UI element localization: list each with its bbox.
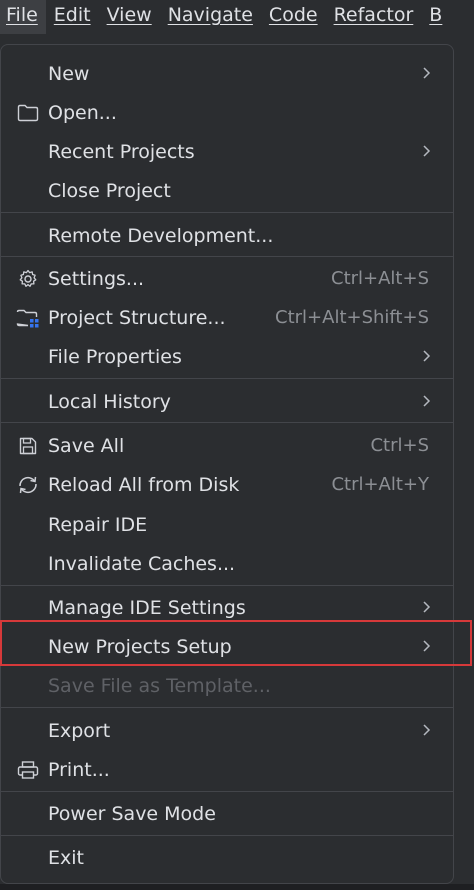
shortcut-label: Ctrl+Alt+Shift+S — [275, 307, 429, 328]
menu-bar: File Edit View Navigate Code Refactor B — [0, 0, 474, 34]
menu-item-exit[interactable]: Exit — [1, 838, 453, 877]
chevron-right-icon — [423, 601, 431, 613]
menu-item-recent-projects[interactable]: Recent Projects — [1, 132, 453, 171]
floppy-disk-icon — [16, 434, 40, 458]
chevron-right-icon — [423, 395, 431, 407]
menu-item-save-all[interactable]: Save All Ctrl+S — [1, 426, 453, 465]
shortcut-label: Ctrl+S — [370, 435, 429, 456]
file-menu-popup: New Open... Recent Projects Close Projec… — [0, 44, 454, 884]
menu-item-label: Power Save Mode — [48, 802, 216, 825]
menu-item-label: Settings... — [48, 267, 145, 290]
separator — [1, 256, 453, 257]
menu-navigate[interactable]: Navigate — [160, 0, 261, 34]
menu-item-manage-ide-settings[interactable]: Manage IDE Settings — [1, 588, 453, 627]
menu-item-power-save-mode[interactable]: Power Save Mode — [1, 794, 453, 833]
menu-item-open[interactable]: Open... — [1, 93, 453, 132]
chevron-right-icon — [423, 350, 431, 362]
separator — [1, 422, 453, 423]
editor-background-strip — [0, 884, 474, 890]
menu-item-remote-development[interactable]: Remote Development... — [1, 216, 453, 255]
menu-item-label: Reload All from Disk — [48, 473, 240, 496]
menu-item-label: Save File as Template... — [48, 674, 271, 697]
menu-item-label: Repair IDE — [48, 513, 148, 536]
chevron-right-icon — [423, 724, 431, 736]
menu-item-reload-all[interactable]: Reload All from Disk Ctrl+Alt+Y — [1, 465, 453, 504]
menu-item-save-file-as-template: Save File as Template... — [1, 666, 453, 705]
menu-item-label: Invalidate Caches... — [48, 552, 236, 575]
menu-view[interactable]: View — [99, 0, 160, 34]
gear-icon — [16, 267, 40, 291]
separator — [1, 791, 453, 792]
menu-item-label: Close Project — [48, 179, 171, 202]
menu-item-settings[interactable]: Settings... Ctrl+Alt+S — [1, 259, 453, 298]
menu-item-label: File Properties — [48, 345, 182, 368]
menu-item-label: Manage IDE Settings — [48, 596, 246, 619]
menu-item-new[interactable]: New — [1, 54, 453, 93]
separator — [1, 212, 453, 213]
folder-icon — [16, 101, 40, 125]
folder-grid-icon — [16, 306, 40, 330]
menu-item-label: Open... — [48, 101, 117, 124]
menu-item-label: New Projects Setup — [48, 635, 232, 658]
menu-item-label: Local History — [48, 390, 171, 413]
separator — [1, 585, 453, 586]
menu-item-label: Save All — [48, 434, 125, 457]
menu-item-new-projects-setup[interactable]: New Projects Setup — [1, 627, 453, 666]
chevron-right-icon — [423, 640, 431, 652]
reload-icon — [16, 473, 40, 497]
menu-item-export[interactable]: Export — [1, 711, 453, 750]
menu-refactor[interactable]: Refactor — [326, 0, 422, 34]
chevron-right-icon — [423, 145, 431, 157]
menu-item-file-properties[interactable]: File Properties — [1, 337, 453, 376]
menu-item-label: Export — [48, 719, 111, 742]
menu-item-project-structure[interactable]: Project Structure... Ctrl+Alt+Shift+S — [1, 298, 453, 337]
menu-item-label: New — [48, 62, 90, 85]
printer-icon — [16, 758, 40, 782]
separator — [1, 707, 453, 708]
menu-item-invalidate-caches[interactable]: Invalidate Caches... — [1, 544, 453, 583]
separator — [1, 378, 453, 379]
menu-build[interactable]: B — [421, 0, 450, 34]
menu-item-local-history[interactable]: Local History — [1, 382, 453, 421]
menu-file[interactable]: File — [0, 0, 46, 34]
separator — [1, 835, 453, 836]
menu-item-label: Print... — [48, 758, 110, 781]
shortcut-label: Ctrl+Alt+Y — [331, 474, 429, 495]
menu-item-label: Exit — [48, 846, 84, 869]
menu-item-close-project[interactable]: Close Project — [1, 171, 453, 210]
menu-code[interactable]: Code — [261, 0, 326, 34]
shortcut-label: Ctrl+Alt+S — [331, 268, 429, 289]
menu-item-repair-ide[interactable]: Repair IDE — [1, 505, 453, 544]
menu-item-label: Recent Projects — [48, 140, 195, 163]
chevron-right-icon — [423, 67, 431, 79]
menu-item-label: Project Structure... — [48, 306, 226, 329]
menu-item-label: Remote Development... — [48, 224, 274, 247]
menu-edit[interactable]: Edit — [46, 0, 99, 34]
menu-item-print[interactable]: Print... — [1, 750, 453, 789]
